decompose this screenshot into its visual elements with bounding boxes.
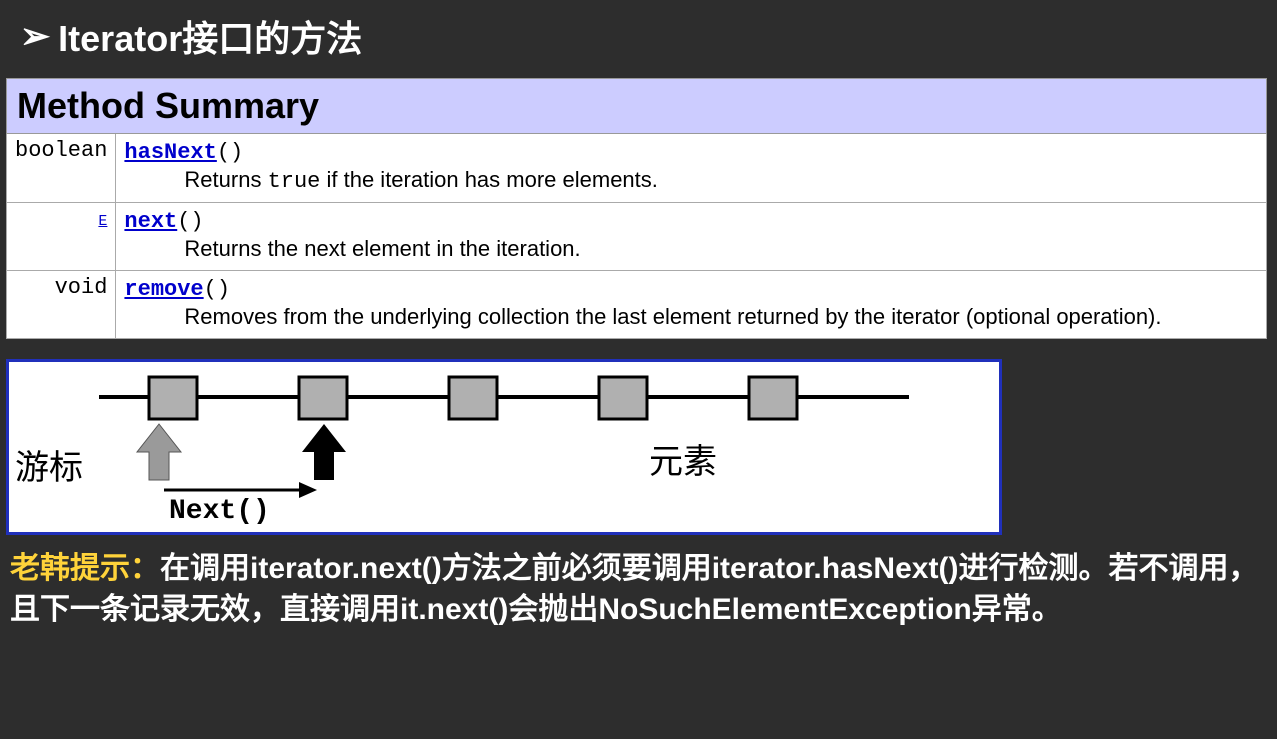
iterator-diagram: 游标 元素 Next(): [6, 359, 1002, 535]
slide-title: Iterator接口的方法: [58, 10, 362, 62]
method-link-remove[interactable]: remove: [124, 277, 203, 302]
element-box: [749, 377, 797, 419]
table-row: E next() Returns the next element in the…: [7, 203, 1267, 271]
method-cell: hasNext() Returns true if the iteration …: [116, 134, 1267, 203]
method-link-next[interactable]: next: [124, 209, 177, 234]
type-link-e[interactable]: E: [98, 213, 107, 230]
cursor-arrow-after-icon: [302, 424, 346, 480]
method-summary-table-wrapper: Method Summary boolean hasNext() Returns…: [6, 78, 1267, 339]
element-box: [149, 377, 197, 419]
tip-prefix: 老韩提示：: [10, 552, 160, 585]
slide-title-bar: ➢ Iterator接口的方法: [0, 0, 1277, 72]
iterator-diagram-svg: [9, 362, 999, 532]
return-type: void: [7, 271, 116, 339]
return-type: E: [7, 203, 116, 271]
tip-text: 老韩提示：在调用iterator.next()方法之前必须要调用iterator…: [10, 549, 1267, 630]
return-type: boolean: [7, 134, 116, 203]
chevron-right-icon: ➢: [20, 15, 50, 57]
method-cell: next() Returns the next element in the i…: [116, 203, 1267, 271]
element-box: [449, 377, 497, 419]
method-summary-table: Method Summary boolean hasNext() Returns…: [6, 78, 1267, 339]
cursor-arrow-before-icon: [137, 424, 181, 480]
element-label: 元素: [649, 434, 717, 483]
method-cell: remove() Removes from the underlying col…: [116, 271, 1267, 339]
next-label: Next(): [169, 496, 270, 527]
next-arrow-head-icon: [299, 482, 317, 498]
method-link-hasnext[interactable]: hasNext: [124, 140, 216, 165]
element-box: [299, 377, 347, 419]
method-desc: Returns true if the iteration has more e…: [124, 165, 1258, 194]
method-desc: Removes from the underlying collection t…: [124, 302, 1258, 330]
table-row: void remove() Removes from the underlyin…: [7, 271, 1267, 339]
method-summary-heading: Method Summary: [7, 79, 1267, 134]
method-desc: Returns the next element in the iteratio…: [124, 234, 1258, 262]
cursor-label: 游标: [15, 440, 83, 489]
tip-body: 在调用iterator.next()方法之前必须要调用iterator.hasN…: [10, 552, 1258, 626]
table-row: boolean hasNext() Returns true if the it…: [7, 134, 1267, 203]
element-box: [599, 377, 647, 419]
